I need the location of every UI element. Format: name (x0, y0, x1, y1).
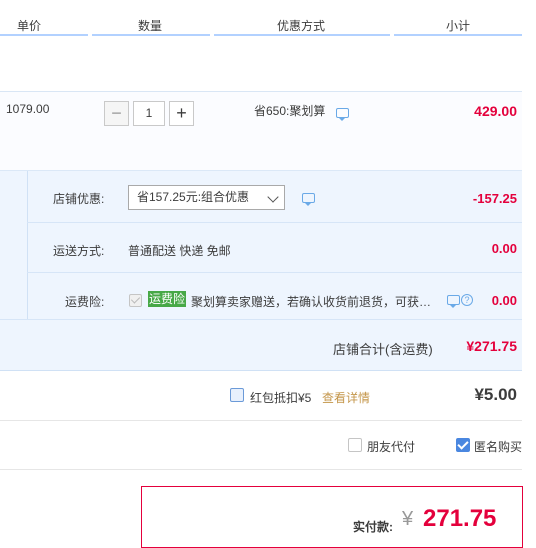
header-quantity: 数量 (138, 19, 163, 33)
redpacket-label: 红包抵扣¥5 (250, 391, 312, 405)
chat-icon[interactable] (302, 193, 315, 206)
item-unit-price: 1079.00 (6, 102, 50, 116)
shipping-label: 运送方式: (53, 244, 105, 258)
quantity-input[interactable]: 1 (133, 101, 165, 126)
header-divider (92, 34, 210, 36)
insurance-value: 0.00 (491, 293, 517, 308)
shop-total-value: ¥271.75 (466, 338, 517, 354)
header-subtotal: 小计 (446, 19, 471, 33)
shipping-value: 0.00 (491, 241, 517, 256)
header-unit-price: 单价 (17, 19, 42, 33)
shop-options-gutter (0, 171, 28, 319)
increase-button[interactable]: + (169, 101, 194, 126)
quantity-stepper: − 1 + (104, 101, 194, 126)
chevron-down-icon (267, 191, 279, 203)
decrease-button[interactable]: − (104, 101, 129, 126)
payment-summary: 实付款: ¥ 271.75 (141, 486, 523, 548)
insurance-checkbox[interactable] (129, 294, 142, 307)
redpacket-details-link[interactable]: 查看详情 (322, 389, 370, 406)
row-divider (0, 319, 522, 320)
shop-total-label: 店铺合计(含运费) (333, 342, 433, 357)
payment-amount: 271.75 (423, 505, 497, 532)
payment-label: 实付款: (353, 520, 393, 534)
row-divider (27, 222, 522, 223)
insurance-text: 聚划算卖家赠送，若确认收货前退货，可获… (191, 295, 431, 309)
section-divider (0, 420, 522, 421)
friend-pay-checkbox[interactable] (348, 438, 362, 452)
item-subtotal: 429.00 (474, 103, 517, 119)
header-divider (394, 34, 522, 36)
item-promo: 省650:聚划算 (254, 104, 326, 118)
payment-currency: ¥ (402, 508, 414, 530)
shipping-method: 普通配送 快递 免邮 (128, 244, 231, 258)
help-icon[interactable]: ? (461, 294, 473, 306)
anonymous-checkbox[interactable] (456, 438, 470, 452)
anonymous-label: 匿名购买 (474, 440, 523, 454)
check-icon (130, 294, 141, 304)
friend-pay-label: 朋友代付 (367, 440, 416, 454)
shop-discount-value: -157.25 (472, 191, 517, 206)
header-divider (0, 34, 88, 36)
check-icon (457, 438, 469, 450)
header-discount: 优惠方式 (277, 19, 326, 33)
insurance-tag: 运费险 (148, 291, 187, 307)
shop-discount-selected: 省157.25元:组合优惠 (137, 190, 250, 204)
redpacket-checkbox[interactable] (230, 388, 244, 402)
shop-discount-select[interactable]: 省157.25元:组合优惠 (128, 185, 285, 210)
shop-discount-label: 店铺优惠: (53, 192, 105, 206)
cart-header: 单价 数量 优惠方式 小计 (0, 0, 536, 40)
insurance-label: 运费险: (65, 295, 105, 309)
redpacket-value: ¥5.00 (474, 385, 517, 404)
row-divider (27, 272, 522, 273)
chat-icon[interactable] (336, 108, 349, 121)
header-divider (214, 34, 390, 36)
chat-icon[interactable] (447, 295, 460, 308)
section-divider (0, 469, 522, 470)
